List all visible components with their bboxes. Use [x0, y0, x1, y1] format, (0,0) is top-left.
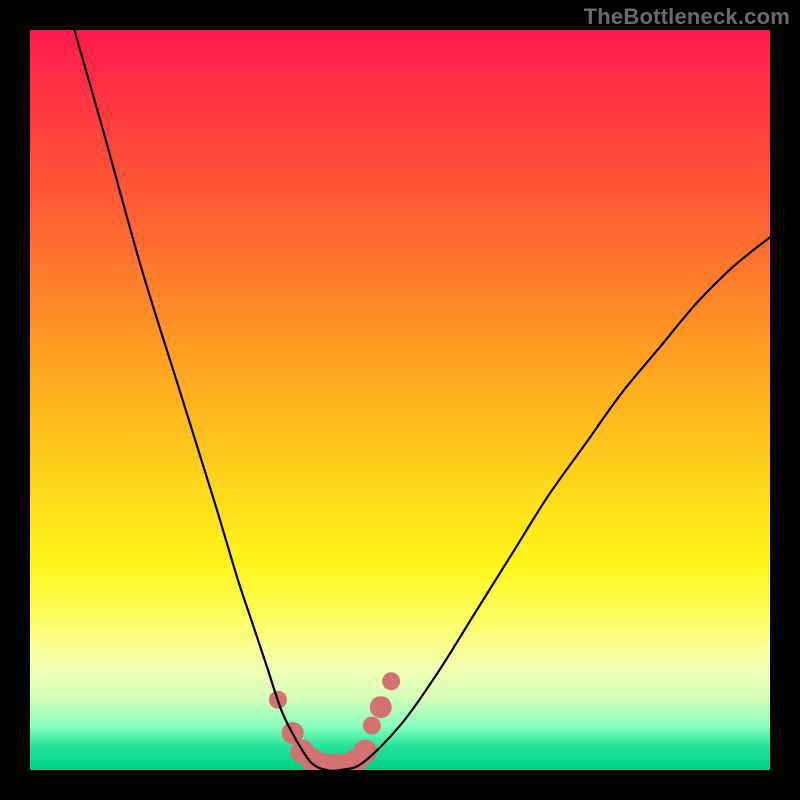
- bottleneck-curve: [74, 30, 770, 770]
- chart-frame: TheBottleneck.com: [0, 0, 800, 800]
- curve-svg: [30, 30, 770, 770]
- highlight-dot: [370, 696, 392, 718]
- highlight-markers: [269, 672, 400, 770]
- highlight-dot: [363, 717, 381, 735]
- watermark-text: TheBottleneck.com: [584, 4, 790, 30]
- plot-area: [30, 30, 770, 770]
- highlight-dot: [382, 672, 400, 690]
